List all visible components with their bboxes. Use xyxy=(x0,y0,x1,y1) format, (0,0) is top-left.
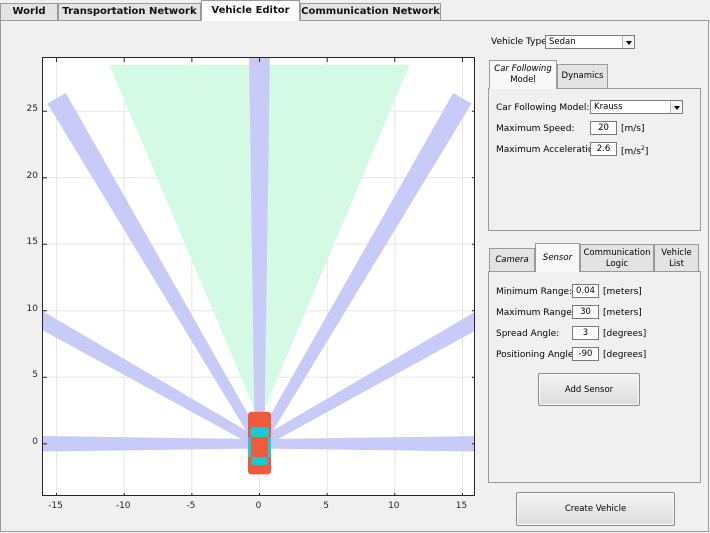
tab-vehicle-editor[interactable]: Vehicle Editor xyxy=(201,0,300,21)
min-range-unit: [meters] xyxy=(603,287,642,297)
tab-communication-logic[interactable]: Communication Logic xyxy=(580,244,654,272)
tab-car-following-model[interactable]: Car Following Model xyxy=(489,60,557,89)
max-speed-field[interactable]: 20 xyxy=(590,121,617,135)
tab-vehicle-list[interactable]: Vehicle List xyxy=(654,244,699,272)
max-range-unit: [meters] xyxy=(603,308,642,318)
tab-camera[interactable]: Camera xyxy=(489,248,535,271)
min-range-label: Minimum Range: xyxy=(496,287,573,297)
tab-car-following-line2: Model xyxy=(510,75,536,85)
max-accel-field[interactable]: 2.6 xyxy=(590,142,617,156)
create-vehicle-button[interactable]: Create Vehicle xyxy=(516,492,675,526)
tab-sensor-label: Sensor xyxy=(542,252,573,263)
x-tick-label: -5 xyxy=(186,501,196,511)
vehicle-type-label: Vehicle Type xyxy=(491,37,547,47)
tab-vehicle-list-line1: Vehicle xyxy=(661,247,692,258)
max-speed-unit: [m/s] xyxy=(621,124,645,134)
tab-dynamics-label: Dynamics xyxy=(561,71,604,81)
car-windshield xyxy=(250,427,269,438)
positioning-angle-unit: [degrees] xyxy=(603,350,647,360)
tab-world[interactable]: World xyxy=(0,3,58,21)
x-tick-label: 15 xyxy=(455,501,468,511)
max-accel-unit-close: ] xyxy=(644,147,649,157)
max-speed-label: Maximum Speed: xyxy=(496,124,575,134)
tab-communication-logic-label: Communication Logic xyxy=(584,248,651,270)
x-tick-label: 10 xyxy=(388,501,400,511)
tab-comm-logic-line1: Communication xyxy=(583,247,651,258)
tab-sensor[interactable]: Sensor xyxy=(535,243,580,272)
vehicle-type-dropdown[interactable]: Sedan xyxy=(545,35,635,49)
x-tick-label: -15 xyxy=(48,501,63,511)
chevron-down-icon xyxy=(622,36,634,48)
car-following-model-dropdown[interactable]: Krauss xyxy=(590,100,683,114)
main-tab-bar: World Transportation Network Vehicle Edi… xyxy=(0,0,710,21)
car-rear-window xyxy=(251,457,268,466)
min-range-field[interactable]: 0.04 xyxy=(572,284,599,298)
vehicle-type-value: Sedan xyxy=(549,37,576,47)
positioning-angle-label: Positioning Angle: xyxy=(496,350,577,360)
y-tick-label: 25 xyxy=(26,104,38,115)
max-accel-label: Maximum Acceleration: xyxy=(496,145,603,155)
max-accel-unit: [m/s2] xyxy=(621,145,648,157)
tab-transportation-network[interactable]: Transportation Network xyxy=(58,3,201,21)
positioning-angle-field[interactable]: -90 xyxy=(572,347,599,361)
x-tick-label: 5 xyxy=(323,501,330,511)
spread-angle-label: Spread Angle: xyxy=(496,329,560,339)
tab-dynamics[interactable]: Dynamics xyxy=(557,64,608,88)
vehicle-plot-axes xyxy=(42,57,475,496)
add-sensor-button[interactable]: Add Sensor xyxy=(538,373,640,406)
max-range-label: Maximum Range: xyxy=(496,308,575,318)
tab-vehicle-list-label: Vehicle List xyxy=(661,248,691,270)
spread-angle-unit: [degrees] xyxy=(603,329,647,339)
car-right-window xyxy=(268,437,272,458)
sensor-beam-0 xyxy=(259,436,474,452)
y-tick-label: 0 xyxy=(32,436,38,447)
chevron-down-icon xyxy=(670,101,682,113)
y-tick-label: 15 xyxy=(26,237,38,248)
spread-angle-field[interactable]: 3 xyxy=(572,326,599,340)
y-tick-label: 5 xyxy=(32,370,38,381)
car-following-model-label: Car Following Model: xyxy=(496,103,590,113)
car-following-model-value: Krauss xyxy=(594,102,623,112)
max-range-field[interactable]: 30 xyxy=(572,305,599,319)
tab-vehicle-list-line2: List xyxy=(669,258,684,269)
max-accel-unit-base: [m/s xyxy=(621,147,641,157)
tab-camera-label: Camera xyxy=(495,254,529,265)
y-tick-label: 10 xyxy=(26,303,38,314)
tab-communication-network[interactable]: Communication Network xyxy=(300,3,441,21)
sensor-beam-6 xyxy=(43,436,260,452)
y-tick-label: 20 xyxy=(26,170,38,181)
car-left-window xyxy=(247,437,251,458)
tab-car-following-line1: Car Following xyxy=(494,64,552,74)
x-tick-label: -10 xyxy=(115,501,131,511)
tab-comm-logic-line2: Logic xyxy=(605,258,629,269)
tab-car-following-model-label: Car Following Model xyxy=(494,64,551,86)
x-tick-label: 0 xyxy=(255,501,262,511)
vehicle-plot xyxy=(43,58,474,495)
